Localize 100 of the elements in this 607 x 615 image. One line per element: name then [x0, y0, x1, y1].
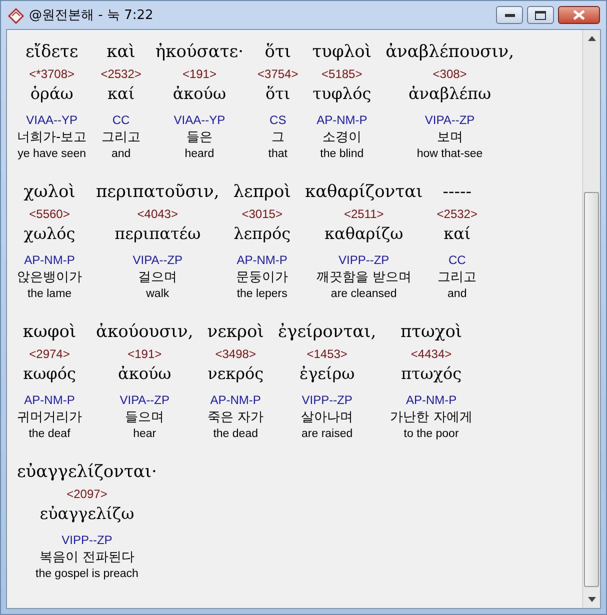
- parsing-code: VIPA--ZP: [424, 112, 475, 128]
- strong-number: <3754>: [258, 66, 298, 82]
- english-gloss: to the poor: [404, 427, 459, 441]
- lemma-word: καί: [108, 83, 135, 105]
- strong-number: <2511>: [344, 206, 384, 222]
- lemma-word: καί: [444, 223, 471, 245]
- strong-number: <*3708>: [29, 66, 75, 82]
- english-gloss: and: [448, 287, 467, 301]
- korean-gloss: 너희가-보고: [17, 129, 87, 147]
- lemma-word: κωφός: [23, 363, 76, 385]
- strong-number: <4043>: [137, 206, 178, 222]
- greek-word: ἀναβλέπουσιν,: [386, 41, 514, 64]
- parsing-code: VIPP--ZP: [338, 252, 390, 268]
- greek-word: λεπροὶ: [233, 181, 291, 204]
- greek-word: κωφοὶ: [22, 321, 76, 344]
- greek-word: νεκροὶ: [207, 321, 264, 344]
- strong-number: <191>: [128, 346, 162, 362]
- english-gloss: the lepers: [236, 287, 288, 301]
- up-arrow-icon: [588, 36, 596, 41]
- greek-word: πτωχοὶ: [400, 321, 462, 344]
- korean-gloss: 가난한 자에게: [390, 409, 472, 427]
- greek-word: καθαρίζονται: [304, 181, 423, 204]
- lemma-word: ὁράω: [30, 83, 74, 105]
- minimize-button[interactable]: [496, 6, 523, 24]
- strong-number: <5185>: [322, 66, 362, 82]
- strong-number: <2532>: [436, 206, 478, 222]
- greek-word: χωλοὶ: [24, 181, 76, 204]
- korean-gloss: 걸으며: [138, 269, 178, 287]
- english-gloss: how that-see: [416, 147, 483, 161]
- strong-number: <2974>: [29, 346, 70, 362]
- parsing-code: CC: [448, 252, 466, 268]
- book-icon: [7, 6, 25, 24]
- korean-gloss: 앉은뱅이가: [17, 269, 82, 287]
- lemma-word: νεκρός: [208, 363, 264, 385]
- greek-word: εἴδετε: [25, 41, 78, 64]
- parsing-code: CS: [270, 112, 286, 128]
- korean-gloss: 죽은 자가: [208, 409, 264, 427]
- korean-gloss: 그리고: [438, 269, 477, 287]
- greek-word: εὐαγγελίζονται·: [17, 461, 157, 484]
- english-gloss: and: [111, 147, 131, 161]
- strong-number: <5560>: [29, 206, 70, 222]
- strong-number: <308>: [432, 66, 467, 82]
- strong-number: <1453>: [306, 346, 348, 362]
- parsing-code: VIPP--ZP: [62, 532, 112, 548]
- english-gloss: heard: [184, 147, 214, 161]
- english-gloss: walk: [146, 287, 170, 301]
- korean-gloss: 그리고: [102, 129, 141, 147]
- greek-word: τυφλοὶ: [312, 41, 372, 64]
- strong-number: <2097>: [66, 486, 108, 502]
- strong-number: <2532>: [100, 66, 142, 82]
- korean-gloss: 들으며: [125, 409, 164, 427]
- lemma-word: ἐγείρω: [299, 363, 355, 385]
- lemma-word: εὐαγγελίζω: [40, 503, 134, 525]
- down-arrow-icon: [588, 597, 596, 602]
- greek-word: -----: [442, 181, 472, 204]
- greek-word: καὶ: [106, 41, 136, 64]
- lemma-word: περιπατέω: [114, 223, 201, 245]
- parsing-code: VIAA--YP: [26, 112, 78, 128]
- close-button[interactable]: [558, 6, 600, 24]
- lemma-word: λεπρός: [234, 223, 291, 245]
- english-gloss: ye have seen: [18, 147, 86, 161]
- greek-word: περιπατοῦσιν,: [96, 181, 220, 204]
- scrollbar-thumb[interactable]: [584, 192, 599, 587]
- korean-gloss: 깨끗함을 받으며: [316, 269, 412, 287]
- greek-word: ἀκούουσιν,: [96, 321, 194, 344]
- parsing-code: VIPP--ZP: [302, 392, 352, 408]
- parsing-code: VIAA--YP: [174, 112, 226, 128]
- greek-word: ἐγείρονται,: [278, 321, 376, 344]
- parsing-code: AP-NM-P: [236, 252, 288, 268]
- parsing-code: AP-NM-P: [24, 252, 75, 268]
- english-gloss: the lame: [27, 287, 72, 301]
- greek-word: ὅτι: [264, 41, 292, 64]
- korean-gloss: 보며: [436, 129, 463, 147]
- english-gloss: that: [268, 147, 288, 161]
- korean-gloss: 소경이: [322, 129, 362, 147]
- parsing-code: CC: [112, 112, 130, 128]
- greek-word: ἠκούσατε·: [155, 41, 244, 64]
- parsing-code: AP-NM-P: [406, 392, 457, 408]
- english-gloss: the blind: [320, 147, 364, 161]
- parsing-code: VIPA--ZP: [132, 252, 183, 268]
- korean-gloss: 복음이 전파된다: [39, 549, 135, 567]
- english-gloss: the dead: [213, 427, 258, 441]
- lemma-word: χωλός: [24, 223, 76, 245]
- korean-gloss: 그: [271, 129, 284, 147]
- lemma-word: ἀκούω: [118, 363, 172, 385]
- strong-number: <3498>: [215, 346, 256, 362]
- lemma-word: πτωχός: [400, 363, 462, 385]
- parsing-code: AP-NM-P: [24, 392, 75, 408]
- korean-gloss: 귀머거리가: [17, 409, 82, 427]
- maximize-button[interactable]: [527, 6, 554, 24]
- lemma-word: καθαρίζω: [324, 223, 404, 245]
- maximize-icon: [535, 10, 546, 20]
- lemma-word: ὅτι: [265, 83, 290, 105]
- close-icon: [573, 10, 585, 20]
- lemma-word: τυφλός: [312, 83, 372, 105]
- english-gloss: are cleansed: [330, 287, 397, 301]
- parsing-code: AP-NM-P: [210, 392, 261, 408]
- strong-number: <3015>: [242, 206, 282, 222]
- lemma-word: ἀκούω: [172, 83, 226, 105]
- lemma-word: ἀναβλέπω: [408, 83, 492, 105]
